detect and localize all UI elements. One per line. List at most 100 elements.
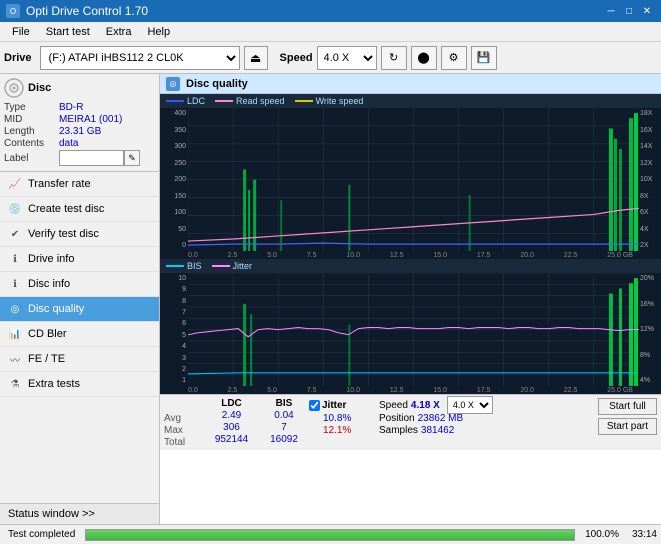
bottom-legend: BIS Jitter [160, 259, 661, 273]
bis-legend-label: BIS [187, 261, 202, 271]
by-4: 4 [160, 343, 188, 350]
bottom-y-axis-left: 10 9 8 7 6 5 4 3 2 1 [160, 273, 188, 386]
menu-file[interactable]: File [4, 24, 38, 40]
content-area: ◎ Disc quality LDC Read speed Write spee… [160, 74, 661, 524]
by-6: 6 [160, 320, 188, 327]
disc-label-button[interactable]: ✎ [124, 150, 140, 166]
x-label-20: 20.0 [520, 252, 534, 259]
nav-disc-quality[interactable]: ◎ Disc quality [0, 297, 159, 322]
start-part-button[interactable]: Start part [598, 418, 657, 435]
bottom-chart-section: BIS Jitter 10 9 8 7 6 5 4 3 [160, 259, 661, 394]
maximize-button[interactable]: □ [621, 4, 637, 18]
speed-select[interactable]: 4.0 X [317, 46, 377, 70]
nav-cd-bler[interactable]: 📊 CD Bler [0, 322, 159, 347]
write-speed-line-icon [295, 100, 313, 102]
disc-length-row: Length 23.31 GB [4, 126, 155, 137]
x-label-15: 15.0 [433, 252, 447, 259]
nav-disc-info[interactable]: ℹ Disc info [0, 272, 159, 297]
fe-te-icon: 〰 [8, 352, 22, 366]
nav-extra-tests[interactable]: ⚗ Extra tests [0, 372, 159, 397]
disc-label-input[interactable] [59, 150, 124, 166]
type-value: BD-R [59, 102, 83, 113]
jitter-avg: 10.8% [309, 413, 379, 424]
burn-button[interactable]: ⬤ [411, 46, 437, 70]
y-label-350: 350 [160, 127, 188, 134]
settings-button[interactable]: ⚙ [441, 46, 467, 70]
status-window-button[interactable]: Status window >> [0, 503, 159, 524]
nav-label-disc-info: Disc info [28, 278, 70, 290]
length-value: 23.31 GB [59, 126, 101, 137]
samples-row: Samples 381462 [379, 425, 594, 436]
disc-quality-icon: ◎ [8, 302, 22, 316]
ldc-total: 952144 [215, 434, 248, 445]
jitter-check-row: Jitter [309, 398, 379, 412]
verify-disc-icon: ✔ [8, 227, 22, 241]
jitter-legend-label: Jitter [233, 261, 253, 271]
y-label-150: 150 [160, 193, 188, 200]
app-icon: O [6, 4, 20, 18]
bx-2-5: 2.5 [228, 387, 238, 394]
nav-transfer-rate[interactable]: 📈 Transfer rate [0, 172, 159, 197]
y-label-200: 200 [160, 176, 188, 183]
bx-10: 10.0 [346, 387, 360, 394]
read-speed-legend-label: Read speed [236, 96, 285, 106]
nav-label-extra-tests: Extra tests [28, 378, 80, 390]
transfer-rate-icon: 📈 [8, 177, 22, 191]
action-buttons-col: Start full Start part [594, 398, 657, 435]
contents-label: Contents [4, 138, 59, 149]
toolbar: Drive (F:) ATAPI iHBS112 2 CL0K ⏏ Speed … [0, 42, 661, 74]
y-label-300: 300 [160, 143, 188, 150]
menu-help[interactable]: Help [139, 24, 178, 40]
eject-button[interactable]: ⏏ [244, 46, 268, 70]
progress-bar-fill [86, 530, 574, 540]
bis-header: BIS [276, 398, 293, 409]
menu-start-test[interactable]: Start test [38, 24, 98, 40]
speed-row: Speed 4.18 X 4.0 X [379, 398, 594, 412]
nav-verify-test-disc[interactable]: ✔ Verify test disc [0, 222, 159, 247]
by-right-4: 4% [639, 377, 661, 384]
top-chart-svg [188, 108, 639, 251]
legend-bis: BIS [166, 261, 202, 271]
mid-label: MID [4, 114, 59, 125]
disc-contents-row: Contents data [4, 138, 155, 149]
jitter-checkbox[interactable] [309, 400, 320, 411]
nav-create-test-disc[interactable]: 💿 Create test disc [0, 197, 159, 222]
y-right-18x: 18X [639, 110, 661, 117]
bx-12-5: 12.5 [390, 387, 404, 394]
nav-label-create-test-disc: Create test disc [28, 203, 104, 215]
refresh-button[interactable]: ↻ [381, 46, 407, 70]
position-row: Position 23862 MB [379, 413, 594, 424]
type-label: Type [4, 102, 59, 113]
main-area: Disc Type BD-R MID MEIRA1 (001) Length 2… [0, 74, 661, 524]
start-full-button[interactable]: Start full [598, 398, 657, 415]
position-value: 23862 MB [418, 413, 464, 424]
bis-avg: 0.04 [274, 410, 293, 421]
ldc-col: LDC 2.49 306 952144 [204, 398, 259, 445]
bx-15: 15.0 [433, 387, 447, 394]
samples-label: Samples [379, 425, 418, 436]
drive-select[interactable]: (F:) ATAPI iHBS112 2 CL0K [40, 46, 240, 70]
total-label: Total [164, 437, 204, 448]
disc-label-label: Label [4, 153, 59, 164]
by-right-16: 16% [639, 301, 661, 308]
minimize-button[interactable]: ─ [603, 4, 619, 18]
status-text: Test completed [4, 529, 79, 540]
ldc-header: LDC [221, 398, 242, 409]
nav-drive-info[interactable]: ℹ Drive info [0, 247, 159, 272]
nav-fe-te[interactable]: 〰 FE / TE [0, 347, 159, 372]
legend-ldc: LDC [166, 96, 205, 106]
ldc-max: 306 [223, 422, 240, 433]
bottom-y-axis-right: 20% 16% 12% 8% 4% [639, 273, 661, 386]
y-label-50: 50 [160, 226, 188, 233]
y-right-14x: 14X [639, 143, 661, 150]
bx-0: 0.0 [188, 387, 198, 394]
y-label-400: 400 [160, 110, 188, 117]
close-button[interactable]: ✕ [639, 4, 655, 18]
save-button[interactable]: 💾 [471, 46, 497, 70]
menu-extra[interactable]: Extra [98, 24, 140, 40]
speed-stat-select[interactable]: 4.0 X [447, 396, 493, 414]
bottom-x-axis: 0.0 2.5 5.0 7.5 10.0 12.5 15.0 17.5 20.0… [160, 386, 661, 394]
nav-label-disc-quality: Disc quality [28, 303, 84, 315]
disc-quality-title: Disc quality [186, 78, 248, 90]
ldc-line-icon [166, 100, 184, 102]
